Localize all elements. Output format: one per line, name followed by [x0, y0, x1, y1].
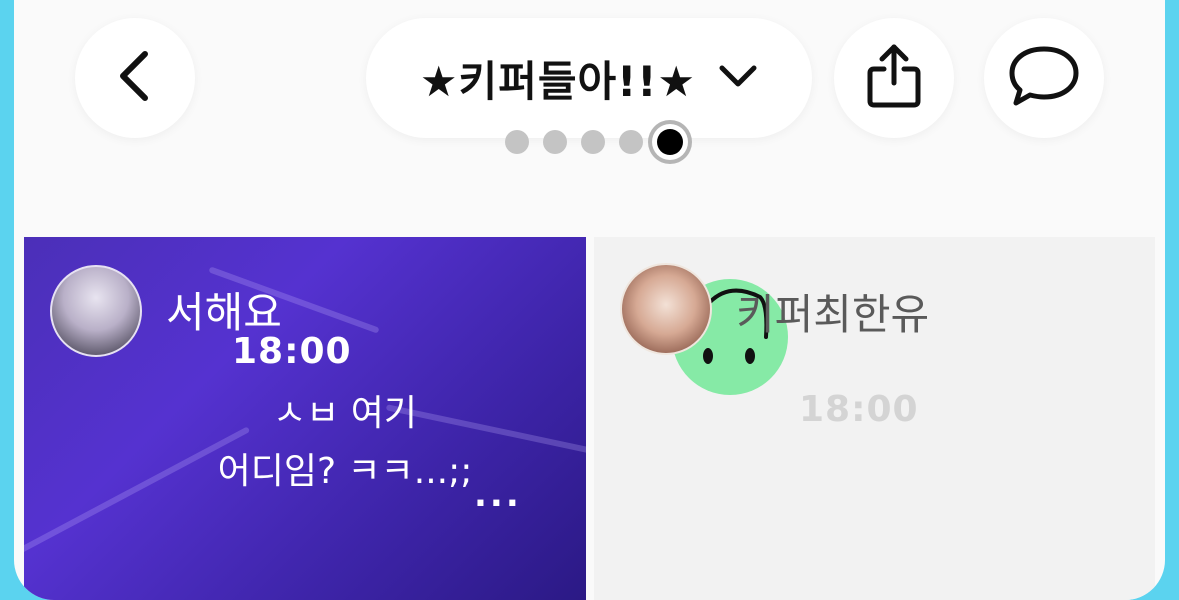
group-title: ★키퍼들아!!★: [419, 56, 697, 106]
share-button[interactable]: [834, 18, 954, 138]
share-icon: [864, 43, 924, 113]
status-card-grid: 서해요 18:00 ㅅㅂ 여기 어디임? ㅋㅋ...;; ... 키퍼최한유 1…: [24, 237, 1155, 600]
page-dot-active[interactable]: [656, 129, 683, 155]
status-time: 18:00: [232, 331, 352, 372]
header-bar: ★키퍼들아!!★: [14, 0, 1165, 200]
status-time: 18:00: [799, 389, 919, 430]
avatar[interactable]: [620, 263, 712, 355]
app-screen: ★키퍼들아!!★ 서해요 18:00 ㅅㅂ 여기 어디임? ㅋㅋ...;; ..…: [14, 0, 1165, 600]
user-name: 키퍼최한유: [736, 290, 930, 339]
page-dot[interactable]: [542, 130, 567, 154]
page-indicator: [14, 124, 1165, 160]
chevron-left-icon: [115, 46, 155, 110]
back-button[interactable]: [75, 18, 195, 138]
status-card[interactable]: 키퍼최한유 18:00: [594, 237, 1155, 600]
avatar[interactable]: [50, 265, 142, 357]
typing-indicator: ...: [474, 475, 522, 515]
speech-bubble-icon: [1006, 43, 1082, 113]
status-message-line: ㅅㅂ 여기: [273, 393, 417, 434]
page-dot[interactable]: [618, 130, 643, 154]
status-card[interactable]: 서해요 18:00 ㅅㅂ 여기 어디임? ㅋㅋ...;; ...: [24, 237, 586, 600]
chat-button[interactable]: [984, 18, 1104, 138]
page-dot[interactable]: [580, 130, 605, 154]
page-dot[interactable]: [504, 130, 529, 154]
group-title-dropdown[interactable]: ★키퍼들아!!★: [366, 18, 812, 138]
chevron-down-icon: [718, 62, 758, 94]
